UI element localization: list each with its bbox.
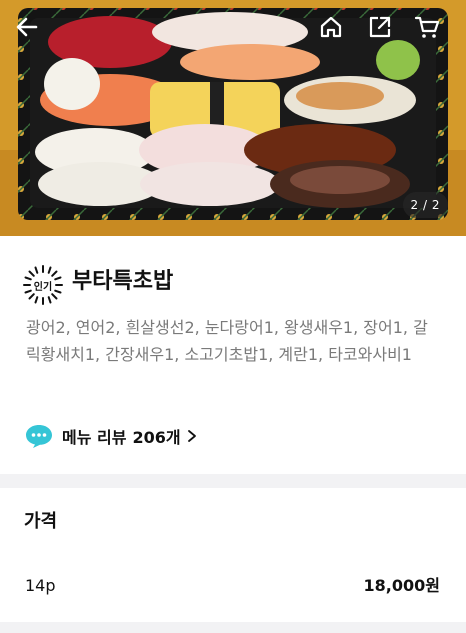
- price-card: [0, 488, 466, 622]
- price-option-name: 14p: [25, 576, 56, 595]
- home-button[interactable]: [318, 14, 352, 48]
- menu-review-link[interactable]: 메뉴 리뷰 206개: [24, 422, 197, 450]
- image-counter: 2 / 2: [402, 192, 448, 218]
- home-icon: [320, 16, 342, 38]
- menu-title: 부타특초밥: [72, 269, 174, 294]
- menu-photo[interactable]: 2 / 2: [0, 0, 466, 236]
- cart-icon: [414, 16, 440, 38]
- cart-button[interactable]: [414, 14, 448, 48]
- popular-badge-label: 인기: [33, 281, 53, 293]
- price-heading: 가격: [24, 511, 58, 532]
- chevron-right-icon: [187, 430, 196, 442]
- share-icon: [369, 16, 391, 38]
- back-arrow-icon: [16, 17, 38, 37]
- menu-description: 광어2, 연어2, 흰살생선2, 눈다랑어1, 왕생새우1, 장어1, 갈릭황새…: [26, 318, 428, 364]
- review-count: 206개: [132, 428, 181, 447]
- review-label: 메뉴 리뷰: [62, 428, 127, 447]
- speech-bubble-icon: [26, 425, 52, 448]
- price-option-value: 18,000원: [363, 576, 440, 595]
- back-button[interactable]: [14, 14, 48, 48]
- share-button[interactable]: [367, 14, 401, 48]
